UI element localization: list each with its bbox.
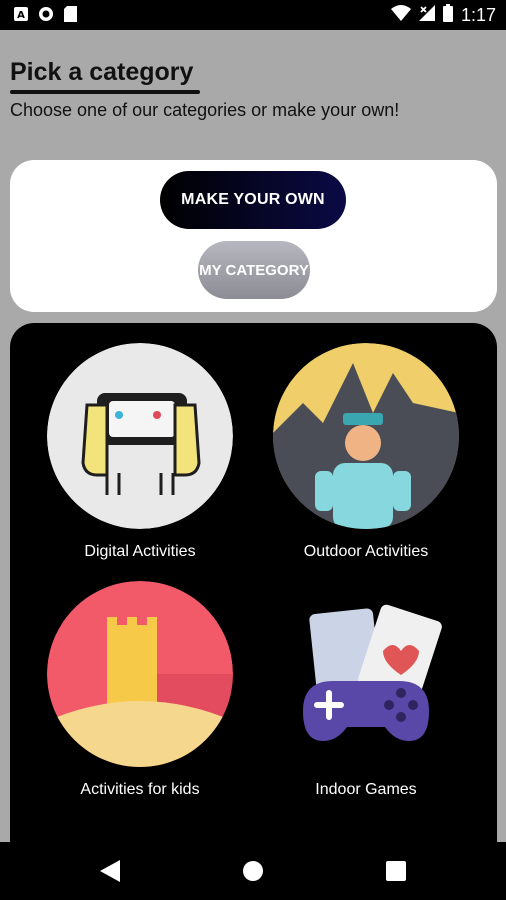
category-label: Indoor Games — [315, 781, 417, 798]
clock: 1:17 — [460, 5, 496, 25]
category-label: Activities for kids — [80, 781, 200, 798]
font-a-icon: A — [14, 7, 28, 26]
category-label: Outdoor Activities — [303, 543, 429, 560]
recents-icon[interactable] — [386, 861, 406, 886]
actions-card: MAKE YOUR OWN MY CATEGORY — [10, 160, 497, 312]
category-tile-indoor[interactable]: Indoor Games — [266, 581, 466, 799]
back-icon[interactable] — [100, 860, 120, 887]
hiker-mountains-icon — [273, 343, 459, 529]
sandcastle-icon — [47, 581, 233, 767]
category-tile-kids[interactable]: Activities for kids — [40, 581, 240, 799]
battery-icon — [442, 4, 453, 27]
header: Pick a category Choose one of our catego… — [10, 58, 496, 120]
category-label: Digital Activities — [84, 543, 196, 560]
navigation-bar — [0, 842, 506, 900]
category-tile-outdoor[interactable]: Outdoor Activities — [266, 343, 466, 561]
wifi-icon — [390, 5, 411, 26]
my-category-button[interactable]: MY CATEGORY — [198, 241, 310, 299]
gamepad-cards-icon — [273, 581, 459, 767]
category-tile-digital[interactable]: Digital Activities — [40, 343, 240, 561]
svg-text:A: A — [17, 10, 25, 21]
page-subtitle: Choose one of our categories or make you… — [10, 100, 400, 120]
make-your-own-button[interactable]: MAKE YOUR OWN — [160, 171, 346, 229]
home-icon[interactable] — [242, 860, 264, 887]
record-icon — [38, 6, 54, 27]
status-bar: A 1:17 — [0, 0, 506, 30]
sd-card-icon — [64, 6, 77, 27]
title-underline — [10, 90, 200, 94]
category-grid: Digital Activities Outdoor Activities Ac… — [10, 323, 497, 863]
page-title: Pick a category — [10, 58, 194, 86]
no-signal-icon — [418, 5, 435, 26]
handheld-console-icon — [47, 343, 233, 529]
